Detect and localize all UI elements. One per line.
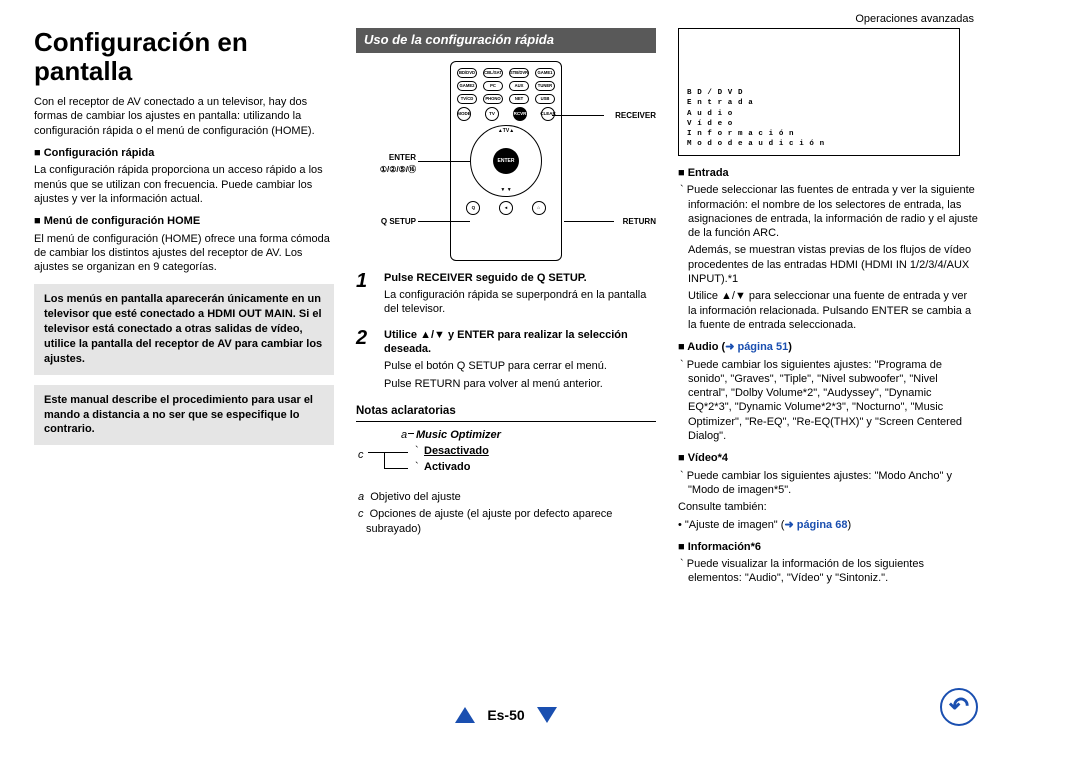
video-bullet: • "Ajuste de imagen" (página 68) <box>678 518 978 532</box>
next-page-icon[interactable] <box>537 707 557 723</box>
step-2-lead: Utilice ▲/▼ y ENTER para realizar la sel… <box>384 328 656 357</box>
label-return: RETURN <box>623 217 656 227</box>
entrada-p2: Además, se muestran vistas previas de lo… <box>678 243 978 286</box>
prev-page-icon[interactable] <box>455 707 475 723</box>
step-1-lead: Pulse RECEIVER seguido de Q SETUP. <box>384 271 656 285</box>
osd-line-5: I n f o r m a c i ó n <box>687 129 825 139</box>
label-receiver: RECEIVER <box>615 111 656 121</box>
label-arrows: ①/②/⑤/⑯ <box>356 165 416 175</box>
tip-box-2: Este manual describe el procedimiento pa… <box>34 385 334 446</box>
diagram-label-c: c <box>358 448 364 462</box>
osd-line-2: E n t r a d a <box>687 98 825 108</box>
entrada-p1: ` Puede seleccionar las fuentes de entra… <box>678 183 978 240</box>
col-right: B D / D V D E n t r a d a A u d i o V í … <box>678 28 978 589</box>
page-columns: Configuración en pantalla Con el recepto… <box>34 28 978 589</box>
diagram-label-a: a <box>401 428 407 442</box>
osd-line-4: V í d e o <box>687 119 825 129</box>
note-a-text: a Objetivo del ajuste <box>356 490 656 504</box>
diagram-title: Music Optimizer <box>416 428 501 442</box>
tip-box-1: Los menús en pantalla aparecerán únicame… <box>34 284 334 374</box>
section-bar-quick: Uso de la configuración rápida <box>356 28 656 53</box>
page-footer: Es-50 <box>0 706 1012 724</box>
header-section: Operaciones avanzadas <box>855 12 974 26</box>
entrada-heading: Entrada <box>678 166 978 180</box>
step-1: 1 Pulse RECEIVER seguido de Q SETUP. La … <box>356 271 656 320</box>
video-p1: ` Puede cambiar los siguientes ajustes: … <box>678 469 978 498</box>
home-config-heading: Menú de configuración HOME <box>34 214 334 228</box>
notes-heading: Notas aclaratorias <box>356 404 656 422</box>
intro-text: Con el receptor de AV conectado a un tel… <box>34 95 334 138</box>
step-1-text: La configuración rápida se superpondrá e… <box>384 288 656 317</box>
info-heading: Información*6 <box>678 540 978 554</box>
label-enter: ENTER <box>356 153 416 163</box>
col-left: Configuración en pantalla Con el recepto… <box>34 28 334 589</box>
step-2-number: 2 <box>356 328 374 394</box>
osd-preview: B D / D V D E n t r a d a A u d i o V í … <box>678 28 960 156</box>
note-c-text: c Opciones de ajuste (el ajuste por defe… <box>356 507 656 536</box>
page-number: Es-50 <box>487 706 524 724</box>
entrada-p3: Utilice ▲/▼ para seleccionar una fuente … <box>678 289 978 332</box>
step-1-number: 1 <box>356 271 374 320</box>
osd-line-6: M o d o d e a u d i c i ó n <box>687 139 825 149</box>
osd-line-1: B D / D V D <box>687 88 825 98</box>
audio-page-link[interactable]: página 51 <box>725 341 788 353</box>
info-p: ` Puede visualizar la información de los… <box>678 557 978 586</box>
diagram-opt-1: Desactivado <box>424 444 489 458</box>
diagram-opt-2: Activado <box>424 460 470 474</box>
audio-heading: Audio (página 51) <box>678 340 978 354</box>
video-page-link[interactable]: página 68 <box>784 519 847 531</box>
col-middle: Uso de la configuración rápida BD/DVDCBL… <box>356 28 656 589</box>
quick-config-heading: Configuración rápida <box>34 146 334 160</box>
return-icon[interactable]: ↶ <box>940 688 978 726</box>
home-config-text: El menú de configuración (HOME) ofrece u… <box>34 232 334 275</box>
video-p2: Consulte también: <box>678 500 978 514</box>
step-2-text-1: Pulse el botón Q SETUP para cerrar el me… <box>384 359 656 373</box>
step-2: 2 Utilice ▲/▼ y ENTER para realizar la s… <box>356 328 656 394</box>
page-title: Configuración en pantalla <box>34 28 334 85</box>
notes-diagram: a Music Optimizer c ` ` Desactivado Acti… <box>356 428 656 484</box>
video-heading: Vídeo*4 <box>678 451 978 465</box>
label-qsetup: Q SETUP <box>356 217 416 227</box>
osd-line-3: A u d i o <box>687 109 825 119</box>
audio-p: ` Puede cambiar los siguientes ajustes: … <box>678 358 978 444</box>
quick-config-text: La configuración rápida proporciona un a… <box>34 163 334 206</box>
remote-diagram-wrap: BD/DVDCBL/SATSTB/DVRGAME1 GAME2PCAUXTUNE… <box>356 61 656 261</box>
step-2-text-2: Pulse RETURN para volver al menú anterio… <box>384 377 656 391</box>
